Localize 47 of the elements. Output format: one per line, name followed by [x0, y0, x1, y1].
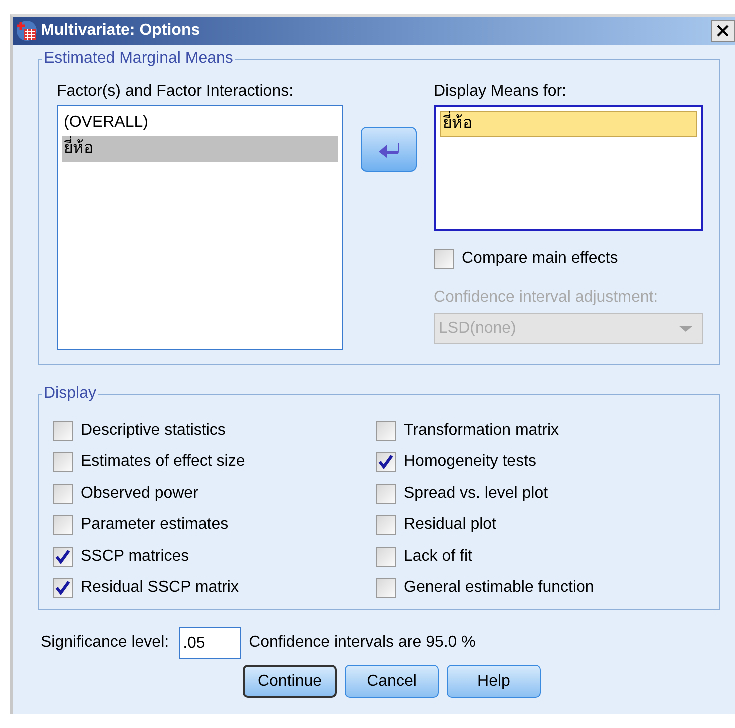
- checkbox-label: Descriptive statistics: [81, 422, 226, 440]
- checkbox[interactable]: [53, 546, 73, 566]
- checkbox-label: Spread vs. level plot: [404, 484, 548, 502]
- caret-icon: [678, 324, 694, 332]
- checkbox[interactable]: [376, 546, 396, 566]
- list-item[interactable]: ยี่ห้อ: [62, 136, 338, 162]
- checkbox[interactable]: [376, 578, 396, 598]
- checkbox[interactable]: [376, 484, 396, 504]
- checkbox[interactable]: [53, 484, 73, 504]
- checkbox-label: Transformation matrix: [404, 422, 559, 440]
- checkbox[interactable]: [53, 452, 73, 472]
- list-label: Factor(s) and Factor Interactions:: [57, 82, 295, 102]
- close-icon: [716, 24, 730, 38]
- list-item[interactable]: ยี่ห้อ: [440, 111, 697, 137]
- checkbox[interactable]: [53, 578, 73, 598]
- checkbox-label: General estimable function: [404, 579, 594, 597]
- list-label: Display Means for:: [434, 82, 568, 102]
- window-title: Multivariate: Options: [41, 22, 202, 40]
- checkbox-label: Residual plot: [404, 516, 496, 534]
- checkbox-label: SSCP matrices: [81, 548, 190, 566]
- dialog-button[interactable]: Cancel: [345, 665, 439, 698]
- checkbox-label: Homogeneity tests: [404, 453, 537, 471]
- checkbox-label: Residual SSCP matrix: [81, 579, 239, 597]
- close-button[interactable]: [711, 20, 735, 42]
- app-icon: [16, 20, 38, 42]
- checkbox[interactable]: [53, 515, 73, 535]
- checkbox-label: Estimates of effect size: [81, 453, 246, 471]
- move-button[interactable]: [360, 127, 416, 172]
- list-item[interactable]: (OVERALL): [62, 110, 338, 136]
- group-title: Estimated Marginal Means: [42, 50, 236, 68]
- checkbox[interactable]: [376, 452, 396, 472]
- group-title: Display: [42, 385, 98, 403]
- checkbox[interactable]: [376, 515, 396, 535]
- checkbox[interactable]: [376, 420, 396, 440]
- dialog-button[interactable]: Help: [447, 665, 541, 698]
- significance-field[interactable]: .05: [179, 627, 242, 659]
- checkbox-label: Parameter estimates: [81, 516, 229, 534]
- arrow-icon: [378, 140, 400, 158]
- confidence-note: Confidence intervals are 95.0 %: [249, 634, 476, 652]
- checkbox-label: Observed power: [81, 484, 198, 502]
- checkbox[interactable]: [434, 248, 454, 268]
- checkbox-label: Compare main effects: [462, 250, 618, 268]
- dialog-button[interactable]: Continue: [243, 665, 337, 698]
- checkbox-label: Lack of fit: [404, 548, 472, 566]
- dropdown-label: Confidence interval adjustment:: [434, 288, 660, 308]
- checkbox[interactable]: [53, 420, 73, 440]
- field-label: Significance level:: [41, 634, 170, 652]
